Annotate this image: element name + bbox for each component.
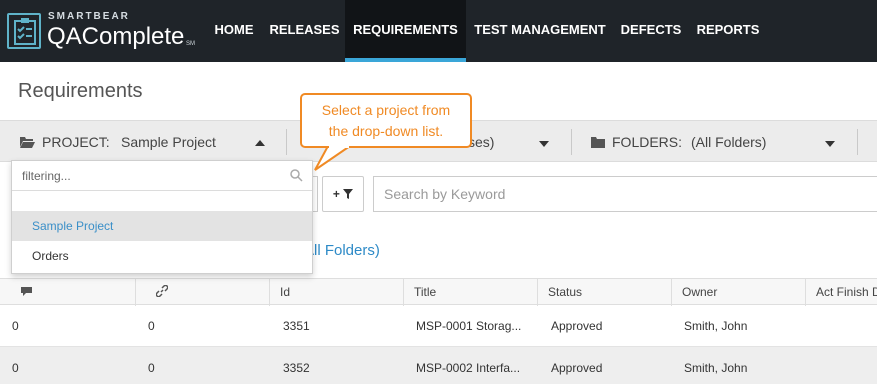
chevron-down-icon[interactable] — [539, 141, 549, 147]
page-title: Requirements — [18, 80, 143, 102]
cell-owner: Smith, John — [684, 319, 748, 333]
callout-pointer-icon — [314, 145, 354, 171]
folder-open-icon — [19, 135, 35, 153]
table-row[interactable]: 0 0 3352 MSP-0002 Interfa... Approved Sm… — [0, 347, 877, 384]
project-filter-input[interactable] — [12, 161, 282, 190]
nav-test-management[interactable]: TEST MANAGEMENT — [466, 0, 614, 62]
column-header-comments[interactable] — [0, 279, 135, 306]
help-callout: Select a project from the drop-down list… — [300, 93, 472, 148]
callout-tail-mask — [329, 146, 349, 148]
brand-trademark: SM — [186, 41, 195, 47]
cell-status: Approved — [551, 319, 603, 333]
cell-owner: Smith, John — [684, 361, 748, 375]
cell-links: 0 — [148, 319, 155, 333]
folder-icon — [591, 135, 605, 153]
cell-id: 3351 — [283, 319, 310, 333]
nav-reports[interactable]: REPORTS — [688, 0, 768, 62]
divider — [857, 129, 858, 155]
caret-up-icon[interactable] — [255, 140, 265, 146]
cell-comments: 0 — [12, 361, 19, 375]
qacomplete-logo-icon[interactable] — [7, 13, 41, 49]
folders-label: FOLDERS: — [612, 134, 683, 150]
add-filter-button[interactable]: + — [322, 176, 364, 212]
brand-company: SMARTBEAR — [48, 11, 130, 22]
column-header-status[interactable]: Status — [537, 279, 671, 306]
callout-line-2: the drop-down list. — [328, 123, 444, 139]
column-header-act-finish[interactable]: Act Finish D — [805, 279, 877, 306]
dropdown-filter — [12, 161, 312, 191]
cell-id: 3352 — [283, 361, 310, 375]
column-header-links[interactable] — [135, 279, 269, 306]
cell-comments: 0 — [12, 319, 19, 333]
dropdown-item-sample-project[interactable]: Sample Project — [12, 211, 312, 241]
folders-select[interactable]: (All Folders) — [691, 134, 766, 150]
cell-title[interactable]: MSP-0001 Storag... — [416, 305, 526, 347]
project-label: PROJECT: — [42, 134, 110, 150]
search-input[interactable] — [373, 176, 877, 212]
column-header-title[interactable]: Title — [403, 279, 537, 306]
cell-links: 0 — [148, 361, 155, 375]
callout-line-1: Select a project from — [321, 102, 451, 118]
folders-breadcrumb-link[interactable]: All Folders) — [304, 242, 380, 259]
divider — [286, 129, 287, 155]
project-select[interactable]: Sample Project — [121, 134, 216, 150]
chevron-down-icon[interactable] — [825, 141, 835, 147]
top-nav-bar: SMARTBEAR QAComplete SM HOME RELEASES RE… — [0, 0, 877, 62]
nav-defects[interactable]: DEFECTS — [614, 0, 688, 62]
brand-product: QAComplete — [47, 23, 185, 50]
link-icon — [155, 284, 169, 298]
comment-icon — [21, 287, 32, 296]
column-header-owner[interactable]: Owner — [671, 279, 805, 306]
cell-status: Approved — [551, 361, 603, 375]
grid-header: Id Title Status Owner Act Finish D — [0, 278, 877, 306]
project-dropdown: Sample Project Orders — [11, 160, 313, 274]
add-filter-label: + — [332, 187, 340, 201]
column-header-id[interactable]: Id — [269, 279, 403, 306]
dropdown-item-orders[interactable]: Orders — [12, 241, 312, 271]
table-row[interactable]: 0 0 3351 MSP-0001 Storag... Approved Smi… — [0, 305, 877, 347]
nav-home[interactable]: HOME — [204, 0, 264, 62]
filter-icon — [343, 189, 354, 199]
cell-title[interactable]: MSP-0002 Interfa... — [416, 347, 526, 384]
divider — [571, 129, 572, 155]
